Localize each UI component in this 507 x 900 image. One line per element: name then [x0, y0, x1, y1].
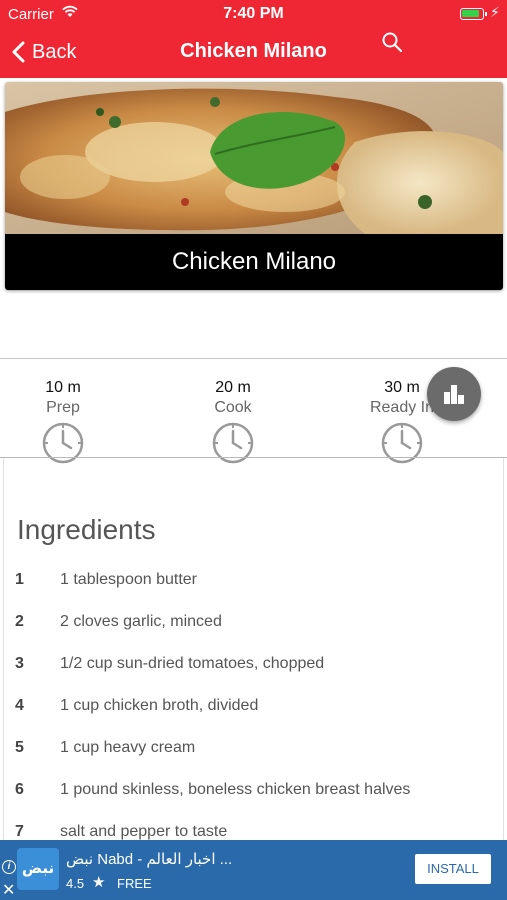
- star-icon: ★: [92, 874, 106, 891]
- ingredient-text: 1 cup chicken broth, divided: [60, 697, 259, 714]
- ingredient-text: salt and pepper to taste: [60, 823, 228, 840]
- ingredient-text: 2 cloves garlic, minced: [60, 613, 222, 630]
- ingredient-row: 2 2 cloves garlic, minced: [4, 613, 503, 655]
- ingredients-heading: Ingredients: [17, 514, 156, 545]
- recipe-photo: [5, 82, 503, 234]
- page-title: Chicken Milano: [180, 40, 327, 62]
- info-icon[interactable]: i: [2, 860, 16, 874]
- ingredient-number: 1: [15, 571, 24, 588]
- recipe-caption: Chicken Milano: [5, 234, 503, 290]
- ad-rating: 4.5: [66, 876, 85, 891]
- ingredients-section: Ingredients 1 1 tablespoon butter 2 2 cl…: [3, 458, 504, 840]
- status-bar: Carrier 7:40 PM ⚡: [0, 0, 507, 28]
- ingredient-number: 4: [15, 697, 24, 714]
- divider: [0, 358, 507, 359]
- ingredient-text: 1 cup heavy cream: [60, 739, 196, 756]
- ingredient-row: 4 1 cup chicken broth, divided: [4, 697, 503, 739]
- ingredient-row: 1 1 tablespoon butter: [4, 571, 503, 613]
- status-time: 7:40 PM: [223, 5, 284, 22]
- ingredient-text: 1 tablespoon butter: [60, 571, 197, 588]
- install-button[interactable]: INSTALL: [415, 854, 491, 884]
- search-icon[interactable]: [380, 30, 404, 54]
- ingredient-text: 1 pound skinless, boneless chicken breas…: [60, 781, 411, 798]
- nav-bar: Back Chicken Milano: [0, 28, 507, 78]
- prep-time: 10 m Prep: [23, 370, 103, 465]
- ad-app-title: نبض Nabd - اخبار العالم ...: [66, 851, 233, 868]
- ingredient-row: 7 salt and pepper to taste: [4, 823, 503, 840]
- ad-banner[interactable]: i ✕ نبض نبض Nabd - اخبار العالم ... 4.5 …: [0, 840, 507, 900]
- recipe-hero-card[interactable]: Chicken Milano: [5, 82, 503, 290]
- prep-time-label: Prep: [46, 399, 80, 416]
- cook-time-label: Cook: [214, 399, 252, 416]
- cook-time: 20 m Cook: [193, 370, 273, 465]
- nutrition-stats-button[interactable]: [427, 367, 481, 421]
- ingredient-text: 1/2 cup sun-dried tomatoes, chopped: [60, 655, 325, 672]
- ingredient-number: 2: [15, 613, 24, 630]
- ingredient-number: 3: [15, 655, 24, 672]
- ad-app-logo: نبض: [17, 848, 59, 890]
- ingredient-row: 6 1 pound skinless, boneless chicken bre…: [4, 781, 503, 823]
- prep-time-value: 10 m: [45, 379, 81, 396]
- ingredient-number: 5: [15, 739, 24, 756]
- battery-icon: [460, 8, 487, 20]
- ingredient-number: 7: [15, 823, 24, 840]
- ingredient-row: 3 1/2 cup sun-dried tomatoes, chopped: [4, 655, 503, 697]
- ad-price: FREE: [117, 876, 152, 891]
- cook-time-value: 20 m: [215, 379, 251, 396]
- bolt-icon: ⚡: [490, 4, 500, 20]
- ingredient-row: 5 1 cup heavy cream: [4, 739, 503, 781]
- ingredient-number: 6: [15, 781, 24, 798]
- close-icon[interactable]: ✕: [2, 880, 15, 900]
- bar-chart-icon: [444, 385, 464, 404]
